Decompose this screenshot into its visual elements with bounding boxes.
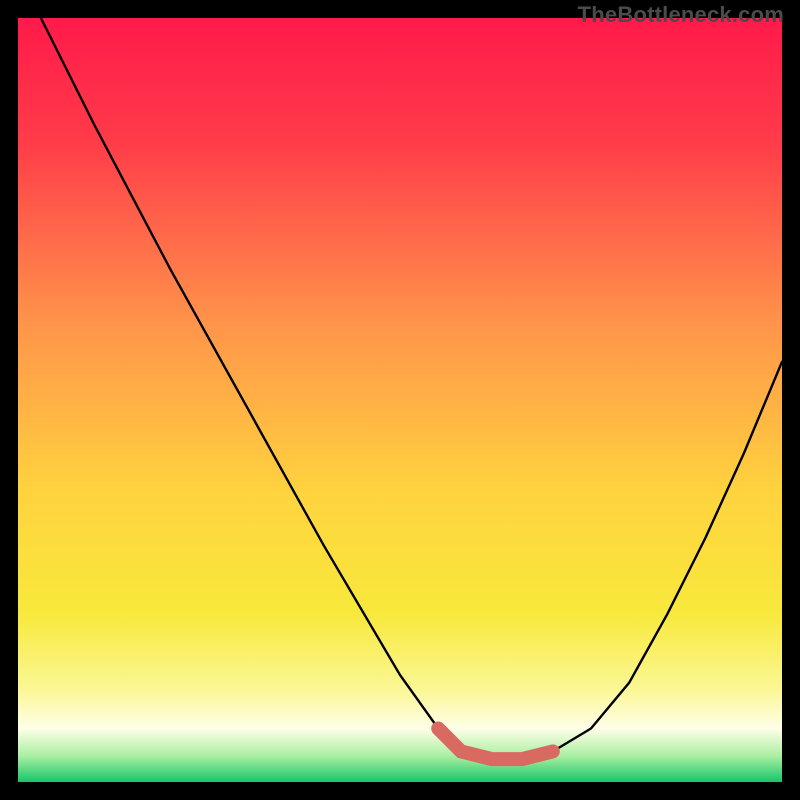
chart-frame: TheBottleneck.com (0, 0, 800, 800)
plot-area (18, 18, 782, 782)
bottleneck-curve (18, 18, 782, 782)
watermark: TheBottleneck.com (578, 2, 784, 28)
